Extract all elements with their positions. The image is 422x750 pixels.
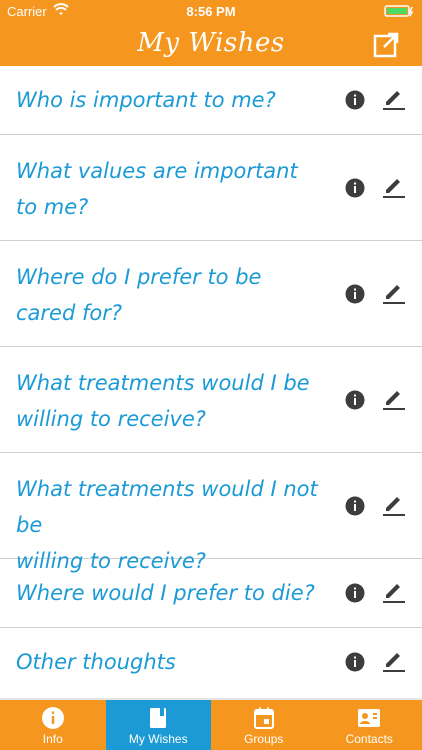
tab-contacts[interactable]: Contacts	[317, 700, 422, 750]
info-icon[interactable]	[345, 583, 365, 603]
tab-label: My Wishes	[128, 732, 188, 746]
tab-label: Contacts	[345, 732, 393, 746]
contact-card-icon	[358, 709, 381, 727]
edit-icon[interactable]	[381, 86, 407, 112]
battery-icon	[384, 5, 414, 17]
tab-bar: Info My Wishes Groups Contacts	[0, 698, 422, 750]
info-icon[interactable]	[345, 652, 365, 672]
navigation-bar: My Wishes	[0, 22, 422, 66]
edit-icon[interactable]	[381, 648, 407, 674]
info-icon[interactable]	[345, 390, 365, 410]
info-icon[interactable]	[345, 284, 365, 304]
info-icon[interactable]	[345, 90, 365, 110]
calendar-icon	[253, 707, 274, 729]
share-external-icon[interactable]	[372, 31, 400, 59]
list-item-treatments-willing[interactable]: What treatments would I be willing to re…	[0, 347, 422, 453]
question-text: Where do I prefer to be cared for?	[16, 265, 262, 325]
page-title: My Wishes	[137, 28, 285, 58]
question-text: Who is important to me?	[16, 88, 276, 112]
edit-icon[interactable]	[381, 386, 407, 412]
wishes-list: Who is important to me? What values are …	[0, 66, 422, 698]
question-text: Where would I prefer to die?	[16, 581, 315, 605]
edit-icon[interactable]	[381, 280, 407, 306]
status-bar: Carrier 8:56 PM	[0, 0, 422, 22]
list-item-who-important[interactable]: Who is important to me?	[0, 66, 422, 135]
list-item-treatments-not-willing[interactable]: What treatments would I not be willing t…	[0, 453, 422, 573]
tab-groups[interactable]: Groups	[211, 700, 317, 750]
question-text: What treatments would I be willing to re…	[16, 371, 310, 431]
list-item-prefer-die[interactable]: Where would I prefer to die?	[0, 559, 422, 628]
status-time: 8:56 PM	[186, 4, 236, 19]
tab-info[interactable]: Info	[0, 700, 106, 750]
info-icon[interactable]	[345, 496, 365, 516]
list-item-prefer-cared[interactable]: Where do I prefer to be cared for?	[0, 241, 422, 347]
edit-icon[interactable]	[381, 579, 407, 605]
tab-label: Groups	[244, 732, 284, 746]
info-icon	[41, 707, 64, 729]
list-item-other-thoughts[interactable]: Other thoughts	[0, 628, 422, 698]
question-text: Other thoughts	[16, 650, 176, 674]
book-icon	[150, 708, 167, 728]
tab-label: Info	[42, 732, 63, 746]
edit-icon[interactable]	[381, 174, 407, 200]
info-icon[interactable]	[345, 178, 365, 198]
question-text: What values are important to me?	[16, 159, 298, 219]
tab-my-wishes[interactable]: My Wishes	[105, 700, 211, 750]
edit-icon[interactable]	[381, 492, 407, 518]
list-item-values-important[interactable]: What values are important to me?	[0, 135, 422, 241]
